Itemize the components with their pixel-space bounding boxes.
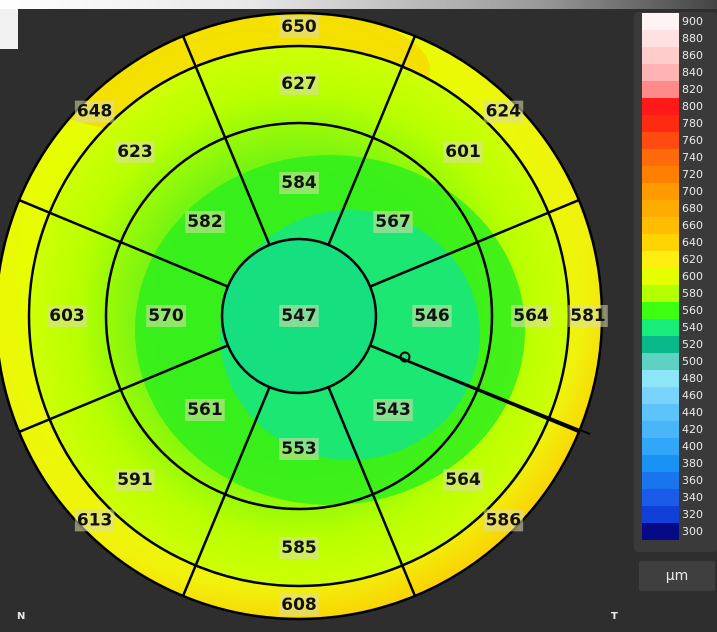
legend-swatch	[642, 98, 679, 115]
legend-swatch	[642, 149, 679, 166]
legend-swatch	[642, 47, 679, 64]
middle-value-inferior: 585	[281, 538, 317, 558]
legend-swatch	[642, 64, 679, 81]
middle-value-superior: 627	[281, 74, 317, 94]
legend-swatch	[642, 472, 679, 489]
legend-swatch	[642, 302, 679, 319]
outer-value-inferior-nasal: 613	[77, 510, 113, 530]
middle-value-superior-nasal: 623	[117, 142, 153, 162]
legend-label: 540	[682, 321, 703, 334]
legend-label: 820	[682, 83, 703, 96]
outer-value-superior: 650	[281, 17, 317, 37]
legend-label: 640	[682, 236, 703, 249]
legend-label: 380	[682, 457, 703, 470]
legend-swatch	[642, 268, 679, 285]
legend-swatch	[642, 132, 679, 149]
legend-swatch	[642, 455, 679, 472]
legend-swatch	[642, 404, 679, 421]
legend-label: 300	[682, 525, 703, 538]
legend-label: 340	[682, 491, 703, 504]
legend-label: 700	[682, 185, 703, 198]
legend-swatch	[642, 183, 679, 200]
middle-value-inferior-nasal: 591	[117, 470, 153, 490]
outer-value-inferior: 608	[281, 595, 317, 615]
outer-value-temporal: 581	[570, 306, 606, 326]
temporal-orientation-label: T	[611, 611, 618, 622]
legend-label: 560	[682, 304, 703, 317]
legend-label: 360	[682, 474, 703, 487]
legend-label: 600	[682, 270, 703, 283]
legend-label: 780	[682, 117, 703, 130]
legend-swatch	[642, 336, 679, 353]
legend-swatch	[642, 438, 679, 455]
legend-label: 320	[682, 508, 703, 521]
unit-button[interactable]: µm	[639, 561, 715, 591]
outer-value-superior-temporal: 624	[486, 102, 522, 122]
legend-swatch	[642, 115, 679, 132]
legend-swatch	[642, 421, 679, 438]
legend-label: 460	[682, 389, 703, 402]
middle-value-inferior-temporal: 564	[445, 470, 481, 490]
legend-label: 740	[682, 151, 703, 164]
legend-label: 900	[682, 15, 703, 28]
outer-value-inferior-temporal: 586	[486, 510, 522, 530]
inner-value-temporal: 546	[414, 306, 450, 326]
legend-label: 860	[682, 49, 703, 62]
middle-value-temporal: 564	[513, 306, 549, 326]
inner-value-superior-nasal: 582	[187, 212, 223, 232]
legend-label: 440	[682, 406, 703, 419]
nasal-orientation-label: N	[17, 611, 26, 622]
legend-swatch	[642, 523, 679, 540]
legend-label: 620	[682, 253, 703, 266]
legend-swatch	[642, 217, 679, 234]
middle-value-superior-temporal: 601	[445, 142, 481, 162]
inner-value-nasal: 570	[148, 306, 184, 326]
legend-label: 760	[682, 134, 703, 147]
legend-swatch	[642, 353, 679, 370]
legend-swatch	[642, 285, 679, 302]
legend-label: 420	[682, 423, 703, 436]
inner-value-inferior: 553	[281, 439, 317, 459]
legend-label: 880	[682, 32, 703, 45]
inner-value-inferior-nasal: 561	[187, 400, 223, 420]
legend-swatch	[642, 13, 679, 30]
legend-label: 520	[682, 338, 703, 351]
legend-label: 660	[682, 219, 703, 232]
legend-label: 720	[682, 168, 703, 181]
legend-swatch	[642, 319, 679, 336]
legend-swatch	[642, 166, 679, 183]
legend-swatch	[642, 200, 679, 217]
legend-swatch	[642, 370, 679, 387]
legend-label: 580	[682, 287, 703, 300]
legend-swatch	[642, 489, 679, 506]
legend-swatch	[642, 506, 679, 523]
middle-value-nasal: 603	[49, 306, 85, 326]
legend-label: 400	[682, 440, 703, 453]
inner-value-superior-temporal: 567	[375, 212, 411, 232]
pachymetry-map[interactable]: 547 584 567 546 543 553 561 570 582 627 …	[0, 0, 634, 632]
legend-label: 840	[682, 66, 703, 79]
legend-swatch	[642, 234, 679, 251]
inner-value-inferior-temporal: 543	[375, 400, 411, 420]
center-value: 547	[281, 306, 317, 326]
legend-swatch	[642, 30, 679, 47]
legend-label: 480	[682, 372, 703, 385]
inner-value-superior: 584	[281, 173, 317, 193]
legend-swatch	[642, 251, 679, 268]
legend-label: 500	[682, 355, 703, 368]
legend-swatch	[642, 81, 679, 98]
legend-label: 680	[682, 202, 703, 215]
legend-swatch	[642, 387, 679, 404]
outer-value-superior-nasal: 648	[77, 102, 113, 122]
legend-label: 800	[682, 100, 703, 113]
